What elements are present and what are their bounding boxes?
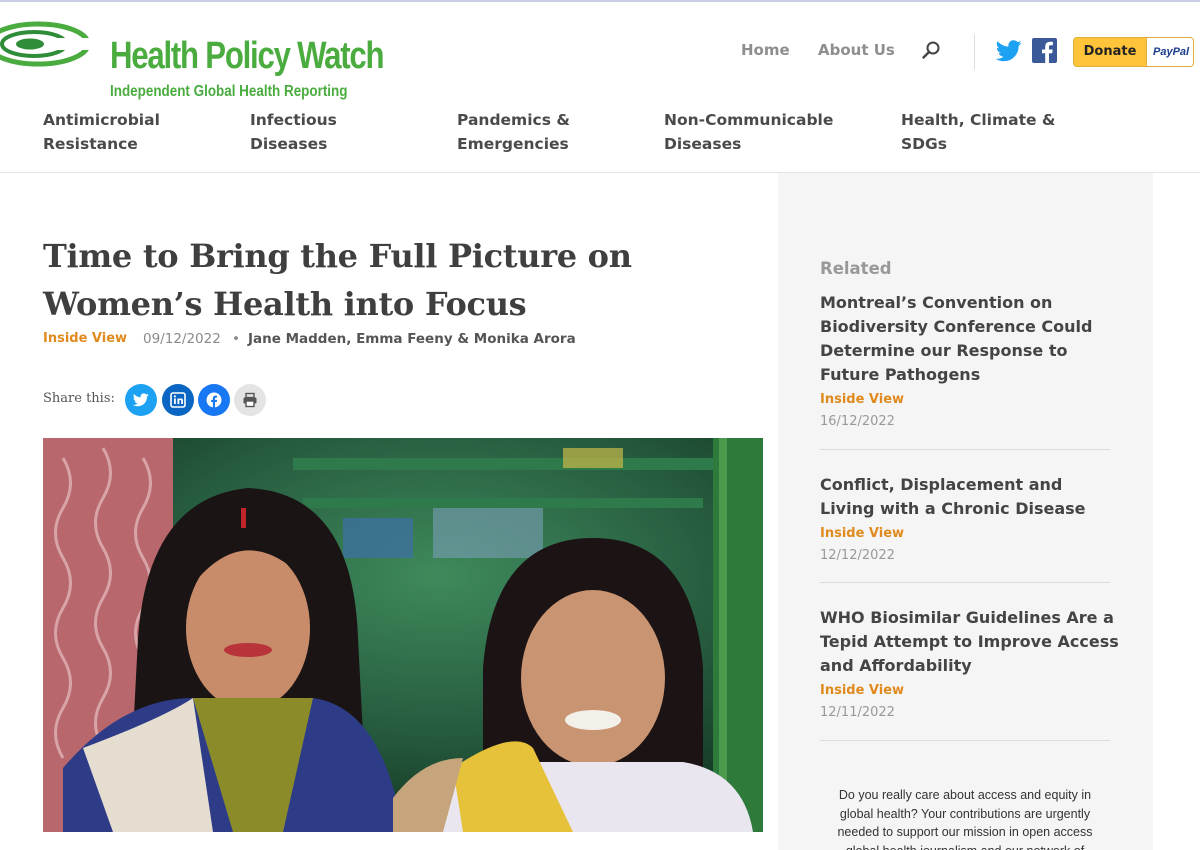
site-title: Health Policy Watch bbox=[110, 35, 385, 77]
twitter-icon[interactable] bbox=[996, 40, 1022, 62]
article-hero-image bbox=[43, 438, 763, 832]
donate-label: Donate bbox=[1083, 44, 1137, 59]
top-border bbox=[0, 0, 1200, 2]
article-title: Time to Bring the Full Picture on Women’… bbox=[43, 237, 632, 323]
paypal-logo: PayPal bbox=[1146, 38, 1193, 66]
category-line: Non-Communicable bbox=[664, 111, 834, 129]
category-line: SDGs bbox=[901, 135, 947, 153]
facebook-icon bbox=[206, 392, 222, 408]
search-icon[interactable] bbox=[921, 40, 941, 60]
related-divider bbox=[820, 740, 1110, 741]
facebook-f-glyph bbox=[1042, 41, 1053, 63]
print-button[interactable] bbox=[234, 384, 266, 416]
linkedin-icon bbox=[170, 392, 186, 408]
category-line: Infectious bbox=[250, 111, 337, 129]
donate-button[interactable]: Donate PayPal bbox=[1073, 37, 1194, 67]
paypal-label: PayPal bbox=[1153, 46, 1190, 58]
related-item[interactable]: Conflict, Displacement and Living with a… bbox=[820, 473, 1120, 565]
donation-pitch-text: Do you really care about access and equi… bbox=[837, 788, 1093, 850]
related-title[interactable]: Conflict, Displacement and Living with a… bbox=[820, 473, 1120, 521]
related-category[interactable]: Inside View bbox=[820, 391, 1120, 409]
nav-home[interactable]: Home bbox=[741, 41, 790, 59]
category-line: Resistance bbox=[43, 135, 138, 153]
related-date: 12/11/2022 bbox=[820, 705, 895, 720]
related-divider bbox=[820, 582, 1110, 583]
related-date: 12/12/2022 bbox=[820, 548, 895, 563]
twitter-icon bbox=[133, 393, 149, 407]
related-item[interactable]: WHO Biosimilar Guidelines Are a Tepid At… bbox=[820, 606, 1120, 722]
meta-separator: • bbox=[232, 331, 240, 347]
category-health-climate-sdgs[interactable]: Health, Climate & SDGs bbox=[901, 108, 1101, 156]
related-title[interactable]: Montreal’s Convention on Biodiversity Co… bbox=[820, 291, 1120, 387]
category-line: Diseases bbox=[250, 135, 328, 153]
category-line: Antimicrobial bbox=[43, 111, 160, 129]
related-item[interactable]: Montreal’s Convention on Biodiversity Co… bbox=[820, 291, 1120, 431]
share-label: Share this: bbox=[43, 391, 115, 406]
share-twitter-button[interactable] bbox=[125, 384, 157, 416]
related-category[interactable]: Inside View bbox=[820, 525, 1120, 543]
related-divider bbox=[820, 449, 1110, 450]
site-tagline: Independent Global Health Reporting bbox=[110, 83, 348, 100]
category-infectious-diseases[interactable]: Infectious Diseases bbox=[250, 108, 450, 156]
category-line: Emergencies bbox=[457, 135, 569, 153]
category-antimicrobial-resistance[interactable]: Antimicrobial Resistance bbox=[43, 108, 243, 156]
related-heading: Related bbox=[820, 259, 892, 278]
related-category[interactable]: Inside View bbox=[820, 682, 1120, 700]
category-line: Pandemics & bbox=[457, 111, 570, 129]
category-pandemics-emergencies[interactable]: Pandemics & Emergencies bbox=[457, 108, 657, 156]
category-non-communicable-diseases[interactable]: Non-Communicable Diseases bbox=[664, 108, 884, 156]
logo-mark-icon bbox=[0, 21, 92, 67]
header-divider bbox=[974, 34, 975, 70]
share-facebook-button[interactable] bbox=[198, 384, 230, 416]
article-category[interactable]: Inside View bbox=[43, 331, 127, 346]
share-linkedin-button[interactable] bbox=[162, 384, 194, 416]
nav-about-us[interactable]: About Us bbox=[818, 41, 895, 59]
article-authors[interactable]: Jane Madden, Emma Feeny & Monika Arora bbox=[248, 331, 576, 347]
related-title[interactable]: WHO Biosimilar Guidelines Are a Tepid At… bbox=[820, 606, 1120, 678]
facebook-icon[interactable] bbox=[1032, 38, 1057, 63]
article-date: 09/12/2022 bbox=[143, 331, 221, 347]
print-icon bbox=[243, 392, 257, 408]
related-date: 16/12/2022 bbox=[820, 414, 895, 429]
category-line: Health, Climate & bbox=[901, 111, 1056, 129]
category-line: Diseases bbox=[664, 135, 742, 153]
